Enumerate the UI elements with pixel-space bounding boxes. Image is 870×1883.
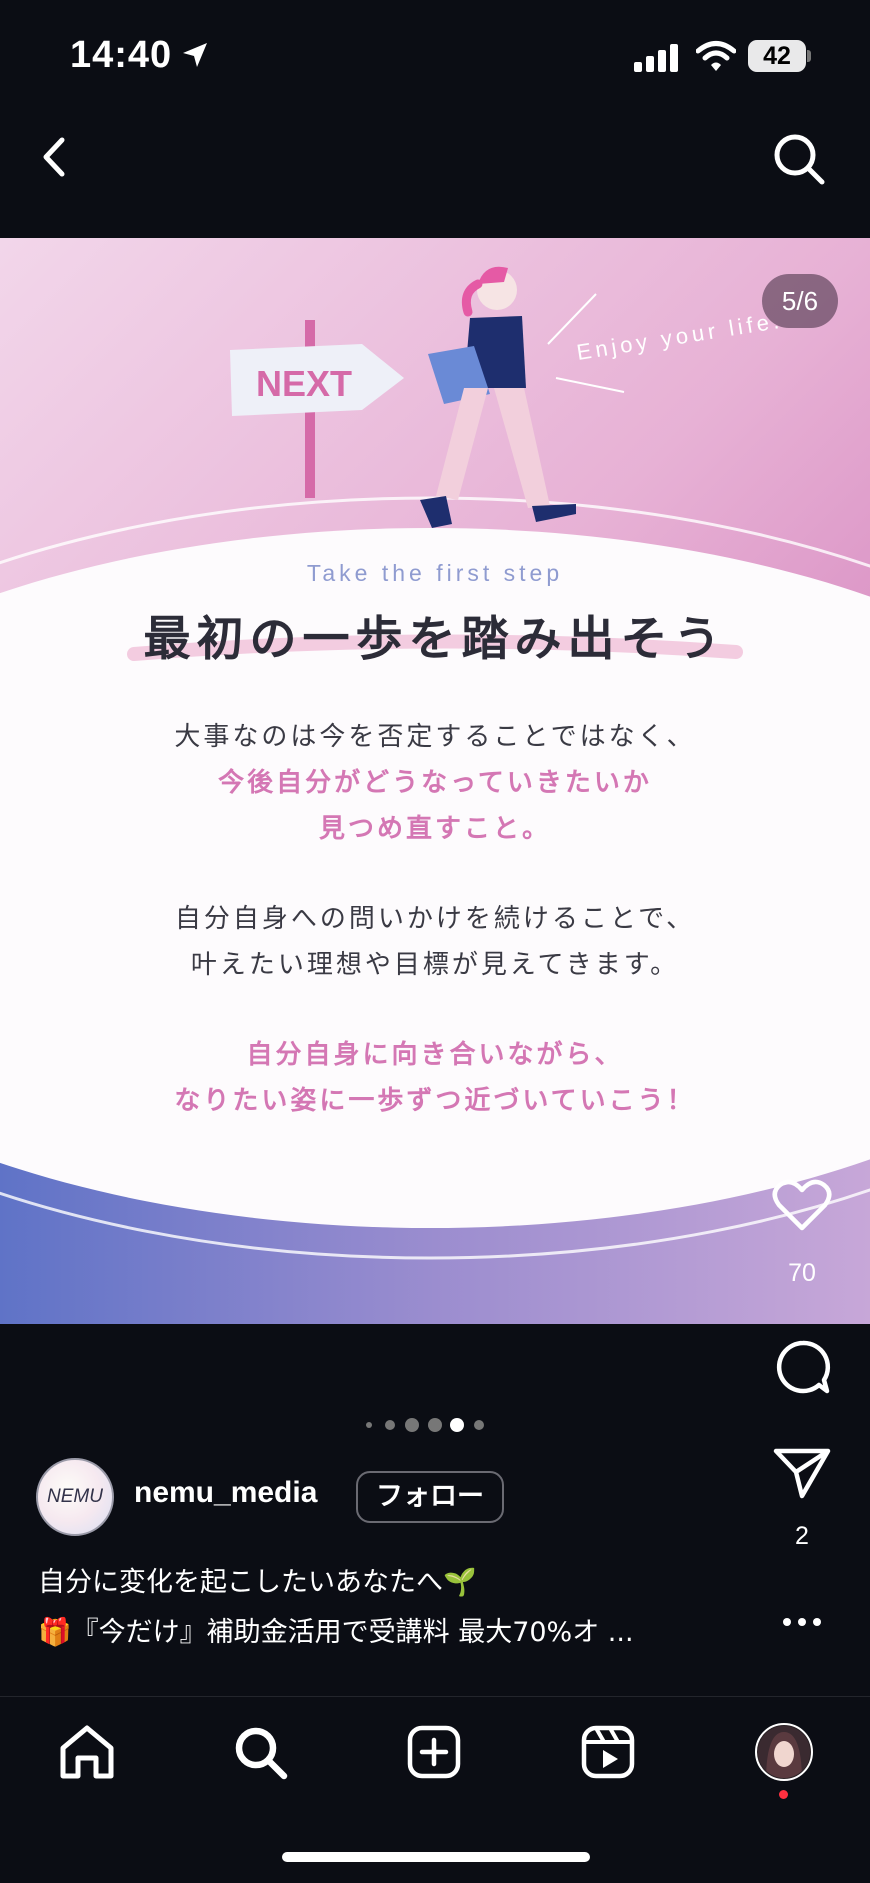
walking-woman-illustration xyxy=(420,266,576,528)
slide-subtitle: Take the first step xyxy=(306,560,564,586)
author-avatar[interactable]: NEMU xyxy=(36,1458,114,1536)
battery-icon: 42 xyxy=(748,40,806,72)
caption-line[interactable]: 自分に変化を起こしたいあなたへ🌱 xyxy=(38,1560,477,1599)
profile-avatar[interactable] xyxy=(754,1722,814,1782)
more-icon[interactable] xyxy=(782,1614,822,1630)
wifi-icon xyxy=(696,41,736,71)
cellular-signal-icon xyxy=(634,44,678,72)
carousel-dot xyxy=(428,1418,442,1432)
heart-icon[interactable] xyxy=(772,1178,832,1232)
author-username[interactable]: nemu_media xyxy=(134,1476,317,1510)
search-icon[interactable] xyxy=(772,132,828,188)
carousel-dot-active xyxy=(450,1418,464,1432)
post-image[interactable]: NEXT Enjoy your life. Take the first ste… xyxy=(0,238,870,1324)
create-post-icon[interactable] xyxy=(406,1724,462,1780)
location-arrow-icon xyxy=(183,43,207,67)
carousel-dot xyxy=(385,1420,395,1430)
sign-next-text: NEXT xyxy=(256,363,352,404)
send-icon[interactable] xyxy=(772,1446,832,1500)
follow-button[interactable]: フォロー xyxy=(356,1471,504,1523)
carousel-dot xyxy=(474,1420,484,1430)
carousel-dot xyxy=(366,1422,372,1428)
home-icon[interactable] xyxy=(58,1724,116,1780)
back-chevron-icon[interactable] xyxy=(34,132,74,182)
like-count[interactable]: 70 xyxy=(772,1259,832,1288)
share-count[interactable]: 2 xyxy=(772,1522,832,1551)
status-time: 14:40 xyxy=(70,34,173,76)
reels-icon[interactable] xyxy=(580,1724,636,1780)
carousel-dot xyxy=(405,1418,419,1432)
slide-body-line: 大事なのは今を否定することではなく、 xyxy=(174,722,696,752)
caption-line[interactable]: 🎁『今だけ』補助金活用で受講料 最大70%オ ... xyxy=(38,1610,634,1649)
slide-highlight-line: 自分自身に向き合いながら、 xyxy=(246,1040,624,1070)
slide-highlight-line: 今後自分がどうなっていきたいか xyxy=(218,768,652,798)
slide-body-line: 自分自身への問いかけを続けることで、 xyxy=(174,904,696,934)
slide-headline: 最初の一歩を踏み出そう xyxy=(143,612,727,667)
tagline-text: Enjoy your life. xyxy=(575,308,785,365)
slide-highlight-line: 見つめ直すこと。 xyxy=(318,814,551,844)
slide-counter: 5/6 xyxy=(762,274,838,328)
battery-cap xyxy=(807,50,811,62)
home-indicator xyxy=(282,1852,590,1862)
slide-body-line: 叶えたい理想や目標が見えてきます。 xyxy=(190,950,680,980)
notification-dot xyxy=(779,1790,788,1799)
slide-highlight-line: なりたい姿に一歩ずつ近づいていこう！ xyxy=(174,1086,696,1116)
comment-icon[interactable] xyxy=(774,1338,832,1396)
search-icon[interactable] xyxy=(232,1724,290,1782)
